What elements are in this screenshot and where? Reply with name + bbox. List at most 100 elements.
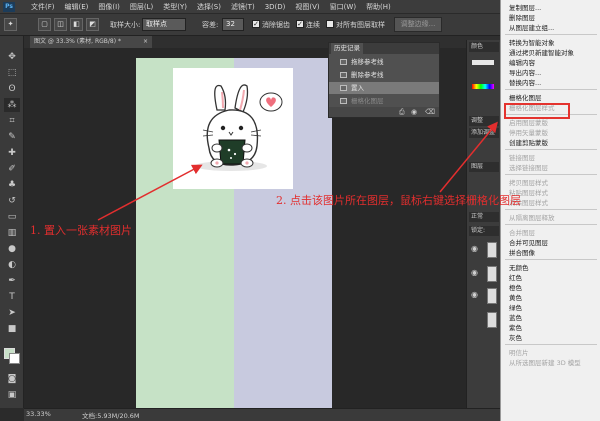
clone-stamp-icon[interactable]: ♣ bbox=[4, 178, 20, 192]
menu-item[interactable]: 图层(L) bbox=[125, 0, 158, 14]
dock-tab-layers[interactable]: 图层 bbox=[469, 162, 499, 172]
intersect-selection-icon[interactable]: ◩ bbox=[86, 18, 99, 31]
history-brush-icon[interactable]: ↺ bbox=[4, 194, 20, 208]
dock-tab-adjustments[interactable]: 调整 bbox=[469, 116, 499, 126]
layer-thumbnail[interactable] bbox=[487, 312, 497, 328]
blur-tool-icon[interactable]: ● bbox=[4, 242, 20, 256]
context-menu-item: 从所选图层新建 3D 模型 bbox=[509, 359, 581, 367]
history-item-label: 栅格化图层 bbox=[351, 97, 384, 105]
menu-item[interactable]: 3D(D) bbox=[260, 0, 291, 14]
layer-thumbnail[interactable] bbox=[487, 288, 497, 304]
document-size: 文档:5.93M/20.6M bbox=[82, 412, 140, 420]
pen-tool-icon[interactable]: ✒ bbox=[4, 274, 20, 288]
menu-item[interactable]: 类型(Y) bbox=[158, 0, 192, 14]
highlight-box bbox=[504, 103, 570, 119]
history-step-icon bbox=[340, 85, 347, 91]
context-menu-item[interactable]: 从图层建立组... bbox=[501, 22, 600, 34]
context-menu-item: 选择链接图层 bbox=[509, 164, 548, 172]
tolerance-input[interactable]: 32 bbox=[222, 18, 244, 31]
history-item-label: 删除参考线 bbox=[351, 71, 384, 79]
camera-icon[interactable]: ◉ bbox=[411, 108, 417, 116]
trash-icon[interactable]: ⌫ bbox=[425, 108, 435, 116]
menu-item[interactable]: 文件(F) bbox=[26, 0, 60, 14]
eraser-tool-icon[interactable]: ▭ bbox=[4, 210, 20, 224]
history-item[interactable]: 删除参考线 bbox=[329, 69, 439, 81]
history-tab[interactable]: 历史记录 bbox=[331, 43, 363, 54]
menu-separator bbox=[505, 209, 597, 210]
menu-item[interactable]: 图像(I) bbox=[93, 0, 125, 14]
eye-icon[interactable]: ◉ bbox=[471, 268, 478, 277]
layer-context-menu: 复制图层... 删除图层 从图层建立组... 转换为智能对象 通过拷贝新建智能对象 编辑内… bbox=[500, 0, 600, 421]
dock-tab-add-adjustment[interactable]: 添加调整 bbox=[469, 128, 499, 138]
refine-edge-button[interactable]: 调整边缘... bbox=[394, 17, 442, 32]
sample-size-select[interactable]: 取样点 bbox=[142, 18, 186, 31]
layer-thumbnail[interactable] bbox=[487, 266, 497, 282]
history-panel: 历史记录 拖移参考线删除参考线置入栅格化图层 ⎙ ◉ ⌫ bbox=[328, 42, 440, 118]
step1-annotation: 1. 置入一张素材图片 bbox=[30, 224, 132, 237]
menu-item[interactable]: 帮助(H) bbox=[361, 0, 396, 14]
menu-item[interactable]: 编辑(E) bbox=[60, 0, 94, 14]
document-tab[interactable]: 图文 @ 33.3% (素材, RGB/8) * × bbox=[30, 36, 152, 48]
shape-tool-icon[interactable]: ■ bbox=[4, 322, 20, 336]
eye-icon[interactable]: ◉ bbox=[471, 290, 478, 299]
status-bar: 33.33% 文档:5.93M/20.6M bbox=[24, 408, 500, 421]
subtract-selection-icon[interactable]: ◧ bbox=[70, 18, 83, 31]
contiguous-label: 连续 bbox=[306, 21, 320, 29]
placed-image[interactable] bbox=[173, 68, 293, 189]
history-item-label: 拖移参考线 bbox=[351, 58, 384, 66]
menu-item[interactable]: 选择(S) bbox=[192, 0, 226, 14]
history-step-icon bbox=[340, 98, 347, 104]
marquee-tool-icon[interactable]: ⬚ bbox=[4, 66, 20, 80]
context-menu-item[interactable]: 替换内容... bbox=[501, 77, 600, 89]
type-tool-icon[interactable]: T bbox=[4, 290, 20, 304]
dock-tab-color[interactable]: 颜色 bbox=[469, 42, 499, 52]
history-step-icon bbox=[340, 59, 347, 65]
new-snapshot-icon[interactable]: ⎙ bbox=[399, 108, 405, 117]
context-menu-item[interactable]: 拼合图像 bbox=[501, 247, 600, 259]
lasso-tool-icon[interactable]: ʘ bbox=[4, 82, 20, 96]
context-menu-item[interactable]: 灰色 bbox=[501, 332, 600, 344]
sample-size-label: 取样大小: bbox=[110, 21, 141, 29]
new-selection-icon[interactable]: ▢ bbox=[38, 18, 51, 31]
magic-wand-icon[interactable]: ✦ bbox=[4, 18, 17, 31]
add-selection-icon[interactable]: ◫ bbox=[54, 18, 67, 31]
blend-mode-select[interactable]: 正常 bbox=[469, 212, 499, 222]
history-step-icon bbox=[340, 72, 347, 78]
step2-annotation: 2. 点击该图片所在图层，鼠标右键选择栅格化图层 bbox=[276, 194, 521, 207]
path-selection-icon[interactable]: ➤ bbox=[4, 306, 20, 320]
zoom-level[interactable]: 33.33% bbox=[26, 410, 51, 418]
history-item[interactable]: 置入 bbox=[329, 82, 439, 94]
close-icon[interactable]: × bbox=[143, 36, 148, 48]
right-dock: 颜色 调整 添加调整 图层 正常 锁定: ◉ ◉ ◉ bbox=[466, 40, 500, 408]
contiguous-checkbox[interactable]: ✓ bbox=[296, 20, 304, 28]
color-swatch-white[interactable] bbox=[472, 60, 494, 65]
history-panel-header: 历史记录 bbox=[329, 43, 439, 54]
layer-thumbnail[interactable] bbox=[487, 242, 497, 258]
menu-item[interactable]: 视图(V) bbox=[290, 0, 324, 14]
healing-brush-icon[interactable]: ✚ bbox=[4, 146, 20, 160]
history-footer: ⎙ ◉ ⌫ bbox=[329, 107, 439, 117]
eye-icon[interactable]: ◉ bbox=[471, 244, 478, 253]
tolerance-label: 容差: bbox=[202, 21, 219, 29]
quick-mask-icon[interactable]: ◙ bbox=[4, 372, 20, 386]
color-spectrum-bar[interactable] bbox=[472, 84, 494, 89]
gradient-tool-icon[interactable]: ▥ bbox=[4, 226, 20, 240]
menu-item[interactable]: 滤镜(T) bbox=[226, 0, 260, 14]
move-tool-icon[interactable]: ✥ bbox=[4, 50, 20, 64]
brush-tool-icon[interactable]: ✐ bbox=[4, 162, 20, 176]
menu-item[interactable]: 窗口(W) bbox=[325, 0, 361, 14]
document-tab-title: 图文 @ 33.3% (素材, RGB/8) * bbox=[34, 38, 121, 45]
magic-wand-tool-icon[interactable]: ⁂ bbox=[4, 98, 20, 112]
screen-mode-icon[interactable]: ▣ bbox=[4, 388, 20, 402]
crop-tool-icon[interactable]: ⌗ bbox=[4, 114, 20, 128]
history-item[interactable]: 栅格化图层 bbox=[329, 95, 439, 107]
antialias-checkbox[interactable]: ✓ bbox=[252, 20, 260, 28]
dodge-tool-icon[interactable]: ◐ bbox=[4, 258, 20, 272]
eyedropper-tool-icon[interactable]: ✎ bbox=[4, 130, 20, 144]
all-layers-checkbox[interactable] bbox=[326, 20, 334, 28]
background-color-swatch[interactable] bbox=[9, 353, 20, 364]
context-menu-item[interactable]: 创建剪贴蒙版 bbox=[501, 137, 600, 149]
main-menu: 文件(F) 编辑(E) 图像(I) 图层(L) 类型(Y) 选择(S) 滤镜(T) 3D(D)… bbox=[26, 0, 396, 14]
history-item[interactable]: 拖移参考线 bbox=[329, 56, 439, 68]
rabbit-illustration bbox=[195, 84, 283, 171]
